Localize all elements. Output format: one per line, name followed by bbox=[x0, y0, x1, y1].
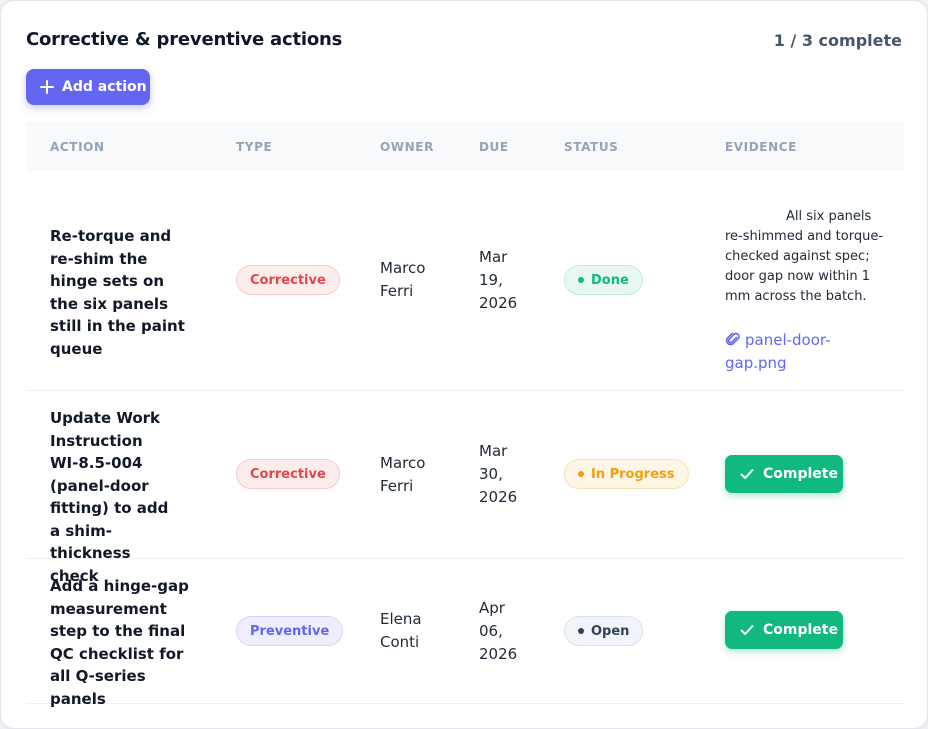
status-badge: In Progress bbox=[564, 459, 689, 489]
action-text: Add a hinge-gap measurement step to the … bbox=[50, 577, 189, 708]
type-badge: Preventive bbox=[236, 616, 344, 646]
dot-icon bbox=[578, 471, 584, 477]
due-date: Apr 06, 2026 bbox=[479, 599, 518, 663]
complete-button[interactable]: Complete bbox=[725, 455, 843, 493]
due-date: Mar 19, 2026 bbox=[479, 248, 518, 312]
table-header: ACTION TYPE OWNER DUE STATUS EVIDENCE bbox=[26, 122, 904, 171]
table-row: Re-torque and re-shim the hinge sets on … bbox=[26, 171, 904, 391]
status-label: Done bbox=[591, 272, 629, 288]
status-label: In Progress bbox=[591, 466, 675, 482]
complete-label: Complete bbox=[763, 466, 838, 482]
due-date: Mar 30, 2026 bbox=[479, 442, 518, 506]
column-header-due: DUE bbox=[479, 140, 509, 154]
status-badge: Done bbox=[564, 265, 643, 295]
column-header-status: STATUS bbox=[564, 140, 619, 154]
check-icon bbox=[740, 469, 754, 479]
evidence-note: All six panels re-shimmed and torque-che… bbox=[725, 209, 884, 304]
dot-icon bbox=[578, 277, 584, 283]
status-label: Open bbox=[591, 623, 630, 639]
type-badge: Corrective bbox=[236, 265, 340, 295]
column-header-evidence: EVIDENCE bbox=[725, 140, 797, 154]
table-row: Update Work Instruction WI-8.5-004 (pane… bbox=[26, 391, 904, 585]
add-action-label: Add action bbox=[62, 79, 147, 95]
status-badge: Open bbox=[564, 616, 644, 646]
owner-name: Elena Conti bbox=[380, 610, 422, 651]
table-row: Add a hinge-gap measurement step to the … bbox=[26, 559, 904, 708]
evidence-attachment-link[interactable]: panel-door-gap.png bbox=[725, 329, 855, 374]
add-action-button[interactable]: Add action bbox=[26, 69, 150, 105]
dot-icon bbox=[578, 628, 584, 634]
column-header-action: ACTION bbox=[50, 140, 105, 154]
complete-label: Complete bbox=[763, 622, 838, 638]
owner-name: Marco Ferri bbox=[380, 259, 426, 300]
completion-counter: 1 / 3 complete bbox=[773, 31, 902, 50]
column-header-type: TYPE bbox=[236, 140, 273, 154]
action-text: Re-torque and re-shim the hinge sets on … bbox=[50, 227, 185, 358]
check-icon bbox=[740, 625, 754, 635]
page-title: Corrective & preventive actions bbox=[26, 29, 343, 50]
capa-card: Corrective & preventive actions 1 / 3 co… bbox=[0, 0, 928, 729]
paperclip-icon bbox=[725, 332, 740, 346]
owner-name: Marco Ferri bbox=[380, 454, 426, 495]
column-header-owner: OWNER bbox=[380, 140, 434, 154]
plus-icon bbox=[40, 80, 54, 94]
complete-button[interactable]: Complete bbox=[725, 611, 843, 649]
type-badge: Corrective bbox=[236, 459, 340, 489]
